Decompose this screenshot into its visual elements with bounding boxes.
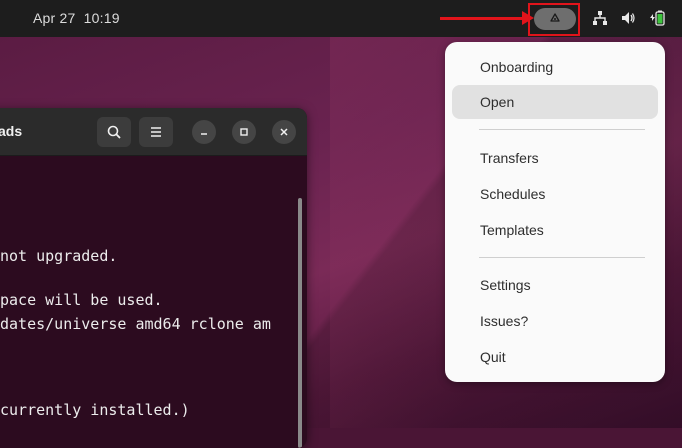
- terminal-scrollbar[interactable]: [298, 198, 302, 448]
- close-button[interactable]: [272, 120, 296, 144]
- menu-item-quit[interactable]: Quit: [452, 340, 658, 374]
- menu-item-templates[interactable]: Templates: [452, 213, 658, 247]
- tray-app-menu: Onboarding Open Transfers Schedules Temp…: [445, 42, 665, 382]
- terminal-line: pace will be used.: [0, 291, 163, 309]
- time-label: 10:19: [83, 10, 120, 26]
- battery-icon[interactable]: [648, 9, 666, 27]
- recycle-icon: [550, 13, 560, 22]
- menu-item-transfers[interactable]: Transfers: [452, 141, 658, 175]
- terminal-line: not upgraded.: [0, 247, 118, 265]
- menu-separator: [479, 257, 645, 258]
- system-tray: [592, 9, 666, 27]
- maximize-icon: [240, 128, 248, 136]
- date-label: Apr 27: [33, 10, 76, 26]
- hamburger-icon: [151, 127, 161, 137]
- terminal-output[interactable]: not upgraded. pace will be used. dates/u…: [0, 155, 300, 448]
- menu-button[interactable]: [139, 117, 173, 147]
- network-icon[interactable]: [592, 10, 608, 26]
- volume-icon[interactable]: [620, 10, 636, 26]
- maximize-button[interactable]: [232, 120, 256, 144]
- menu-item-open[interactable]: Open: [452, 85, 658, 119]
- date-time[interactable]: Apr 27 10:19: [33, 10, 120, 26]
- terminal-line: currently installed.): [0, 401, 190, 419]
- menu-item-onboarding[interactable]: Onboarding: [452, 50, 658, 84]
- terminal-title: ads: [0, 123, 23, 139]
- close-icon: [280, 128, 288, 136]
- terminal-window: ads not upgraded. pace will be used. dat…: [0, 108, 307, 448]
- annotation-arrow: [440, 11, 534, 25]
- menu-item-settings[interactable]: Settings: [452, 268, 658, 302]
- terminal-header-bar: ads: [0, 108, 307, 156]
- terminal-line: dates/universe amd64 rclone am: [0, 315, 271, 333]
- menu-item-issues[interactable]: Issues?: [452, 304, 658, 338]
- search-icon: [107, 125, 121, 139]
- app-tray-button[interactable]: [534, 8, 576, 30]
- menu-separator: [479, 129, 645, 130]
- search-button[interactable]: [97, 117, 131, 147]
- minimize-button[interactable]: [192, 120, 216, 144]
- top-bar: Apr 27 10:19: [0, 0, 682, 37]
- minimize-icon: [201, 133, 207, 135]
- menu-item-schedules[interactable]: Schedules: [452, 177, 658, 211]
